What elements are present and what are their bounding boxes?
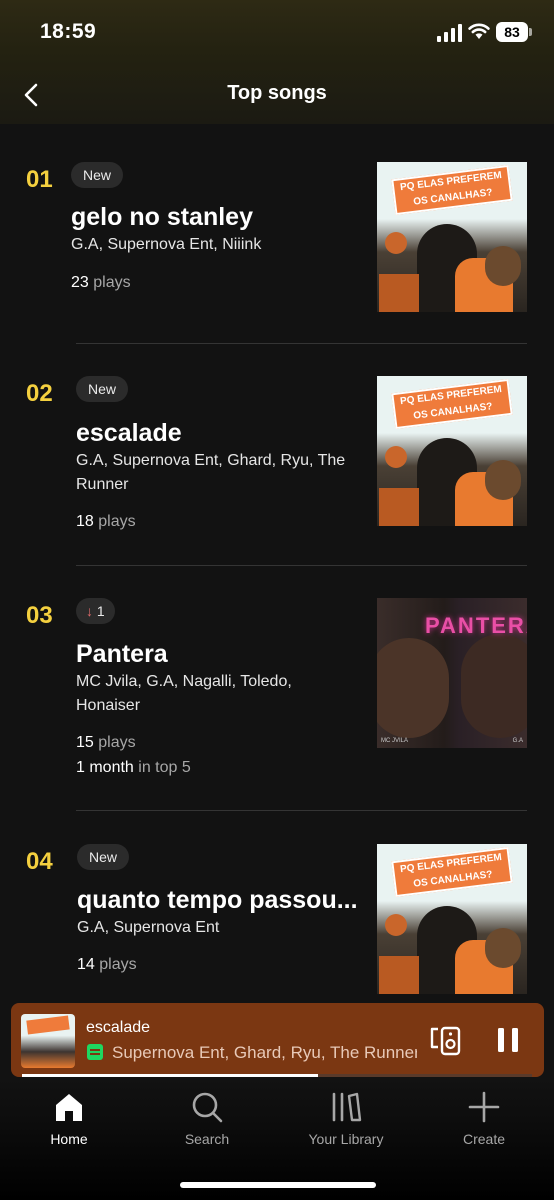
now-playing-bar[interactable]: escalade Supernova Ent, Ghard, Ryu, The … (11, 1003, 544, 1077)
play-count-label: plays (99, 956, 137, 973)
song-title: gelo no stanley (71, 203, 253, 231)
rank-change-badge: ↓ 1 (76, 598, 115, 624)
song-artists: MC Jvila, G.A, Nagalli, Toledo, Honaiser (76, 673, 292, 714)
divider (76, 343, 527, 344)
home-indicator (180, 1182, 376, 1188)
cover-text: PANTERA (425, 613, 527, 638)
play-count-value: 18 (76, 513, 94, 530)
new-badge: New (71, 162, 124, 188)
play-count: 15 plays (76, 734, 136, 752)
play-count: 18 plays (76, 513, 136, 531)
status-time: 18:59 (40, 20, 97, 43)
play-count-label: plays (98, 513, 136, 530)
play-count-value: 23 (71, 274, 89, 291)
wifi-icon (468, 23, 490, 39)
battery-icon: 83 (496, 22, 532, 42)
device-icon (87, 1044, 103, 1060)
tab-home[interactable]: Home (14, 1091, 124, 1147)
top-streak: 1 month in top 5 (76, 759, 191, 777)
rank-number: 01 (26, 166, 53, 193)
album-cover[interactable]: PQ ELAS PREFEREM OS CANALHAS? (377, 844, 527, 994)
tab-library[interactable]: Your Library (291, 1091, 401, 1147)
song-row[interactable]: 02 New escalade G.A, Supernova Ent, Ghar… (0, 374, 554, 564)
cover-text: PQ ELAS PREFEREM OS CANALHAS? (399, 383, 503, 422)
play-count: 14 plays (77, 956, 137, 974)
play-count: 23 plays (71, 274, 131, 292)
song-title: quanto tempo passou... (77, 886, 358, 914)
battery-level: 83 (496, 22, 528, 42)
cover-text: PQ ELAS PREFEREM OS CANALHAS? (399, 169, 503, 208)
rank-change-value: 1 (96, 603, 105, 619)
home-icon (56, 1094, 82, 1121)
now-playing-cover (21, 1014, 75, 1068)
song-artists: G.A, Supernova Ent, Ghard, Ryu, The Runn… (76, 452, 346, 493)
song-row[interactable]: 01 New gelo no stanley G.A, Supernova En… (0, 160, 554, 343)
song-artists: G.A, Supernova Ent (77, 919, 220, 936)
tab-library-label: Your Library (308, 1131, 384, 1147)
tab-home-label: Home (50, 1131, 88, 1147)
library-icon (332, 1092, 362, 1122)
plus-icon (468, 1091, 500, 1123)
play-count-label: plays (93, 274, 131, 291)
now-playing-artists: Supernova Ent, Ghard, Ryu, The Runner (112, 1043, 417, 1062)
now-playing-title: escalade (86, 1019, 151, 1036)
top-streak-label: in top 5 (138, 759, 191, 776)
tab-search[interactable]: Search (152, 1091, 262, 1147)
page-title: Top songs (227, 82, 327, 104)
album-cover[interactable]: PQ ELAS PREFEREM OS CANALHAS? (377, 376, 527, 526)
play-count-value: 15 (76, 734, 94, 751)
new-badge: New (76, 376, 129, 402)
cover-credit-right: G.A (512, 738, 523, 744)
album-cover[interactable]: PANTERA MC JVILA G.A (377, 598, 527, 748)
cover-text: PQ ELAS PREFEREM OS CANALHAS? (399, 851, 503, 890)
status-bar: 18:59 83 (0, 0, 554, 64)
play-count-value: 14 (77, 956, 95, 973)
rank-number: 03 (26, 602, 53, 629)
rank-number: 02 (26, 380, 53, 407)
arrow-down-icon: ↓ (86, 603, 93, 619)
tab-search-label: Search (184, 1131, 230, 1147)
new-badge: New (77, 844, 130, 870)
song-title: Pantera (76, 640, 168, 668)
tab-create-label: Create (462, 1131, 506, 1147)
top-streak-value: 1 month (76, 759, 134, 776)
connect-device-icon[interactable] (428, 1025, 462, 1057)
song-row[interactable]: 03 ↓ 1 Pantera MC Jvila, G.A, Nagalli, T… (0, 596, 554, 810)
tab-create[interactable]: Create (429, 1091, 539, 1147)
cover-credit-left: MC JVILA (381, 738, 409, 744)
album-cover[interactable]: PQ ELAS PREFEREM OS CANALHAS? (377, 162, 527, 312)
search-icon (192, 1092, 223, 1123)
song-row[interactable]: 04 New quanto tempo passou... G.A, Super… (0, 842, 554, 1002)
header-area: 18:59 83 Top songs (0, 0, 554, 124)
song-artists: G.A, Supernova Ent, Niiink (71, 236, 262, 253)
rank-number: 04 (26, 848, 53, 875)
song-title: escalade (76, 419, 182, 447)
cellular-signal-icon (437, 24, 462, 42)
divider (76, 565, 527, 566)
pause-icon[interactable] (495, 1025, 521, 1055)
play-count-label: plays (98, 734, 136, 751)
divider (76, 810, 527, 811)
